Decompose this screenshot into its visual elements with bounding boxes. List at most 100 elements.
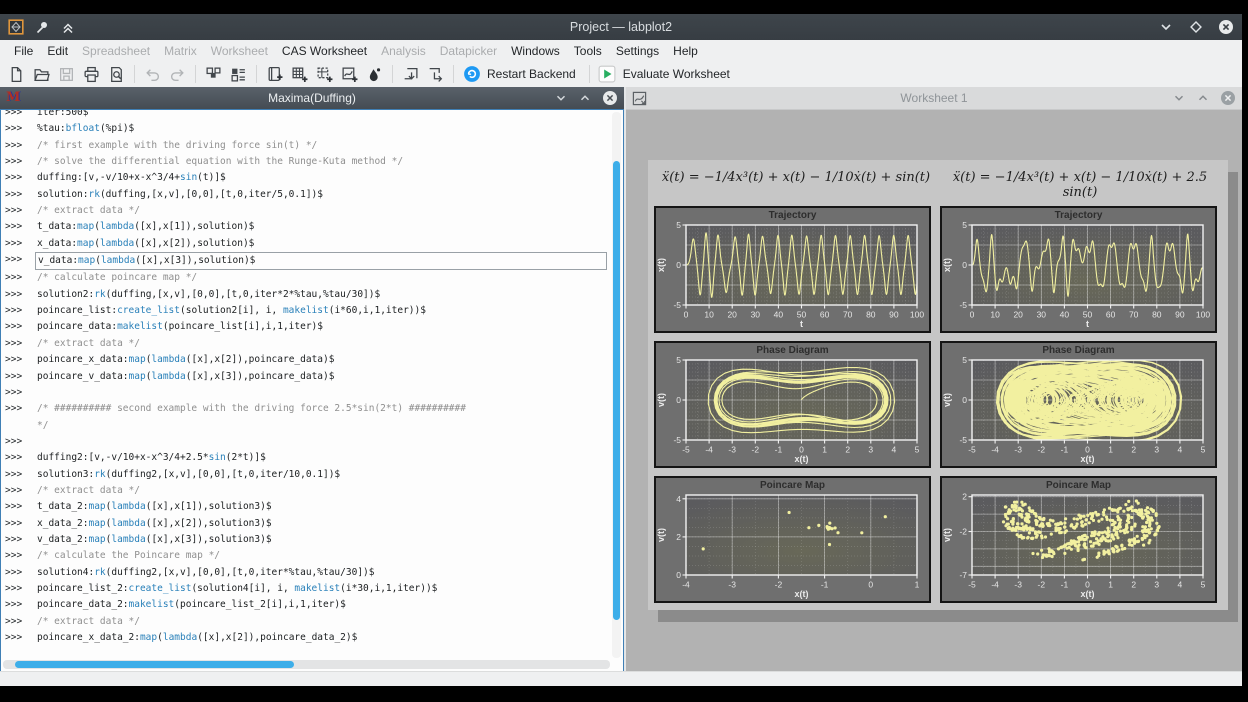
print-button[interactable] bbox=[79, 63, 104, 86]
menu-item-help[interactable]: Help bbox=[666, 42, 705, 60]
export-icon bbox=[427, 66, 444, 83]
new-cas-worksheet-icon bbox=[266, 66, 283, 83]
new-cas-worksheet-button[interactable] bbox=[262, 63, 287, 86]
svg-text:-5: -5 bbox=[673, 435, 681, 445]
menu-item-windows[interactable]: Windows bbox=[504, 42, 567, 60]
minimize-icon[interactable] bbox=[1158, 19, 1174, 35]
svg-text:-5: -5 bbox=[959, 435, 967, 445]
console-prompt: >>> bbox=[5, 516, 37, 532]
plot-phase-diagram[interactable]: Phase Diagram-5-4-3-2-1012345-505x(t)v(t… bbox=[940, 341, 1217, 468]
console-prompt: >>> bbox=[5, 319, 37, 335]
console-horizontal-scrollbar[interactable] bbox=[3, 660, 610, 669]
console-line: >>>v_data:map(lambda([x],x[3]),solution)… bbox=[5, 252, 609, 270]
properties-explorer-button[interactable] bbox=[226, 63, 251, 86]
panel-restore-icon[interactable] bbox=[578, 91, 592, 105]
console-vertical-scrollbar[interactable] bbox=[612, 112, 621, 658]
console-code: duffing2:[v,-v/10+x-x^3/4+2.5*sin(2*t)]$ bbox=[37, 450, 609, 466]
open-project-button[interactable] bbox=[29, 63, 54, 86]
console-prompt: >>> bbox=[5, 336, 37, 352]
properties-explorer-icon bbox=[230, 66, 247, 83]
panel-minimize-icon[interactable] bbox=[1172, 91, 1186, 105]
console-code: poincare_data_2:makelist(poincare_list_2… bbox=[37, 597, 609, 613]
project-explorer-button[interactable] bbox=[201, 63, 226, 86]
svg-text:0: 0 bbox=[1085, 445, 1090, 455]
export-button[interactable] bbox=[423, 63, 448, 86]
scrollbar-thumb[interactable] bbox=[15, 661, 294, 668]
menu-item-edit[interactable]: Edit bbox=[40, 42, 75, 60]
svg-text:x(t): x(t) bbox=[1081, 589, 1095, 599]
svg-text:0: 0 bbox=[676, 570, 681, 580]
evaluate-worksheet-button[interactable] bbox=[595, 63, 620, 86]
maxima-console[interactable]: >>>iter:500$>>>%tau:bfloat(%pi)$>>>/* fi… bbox=[0, 109, 624, 672]
console-prompt: >>> bbox=[5, 121, 37, 137]
new-spreadsheet-button[interactable] bbox=[287, 63, 312, 86]
svg-text:-2: -2 bbox=[1038, 445, 1046, 455]
svg-text:4: 4 bbox=[892, 445, 897, 455]
console-code bbox=[37, 385, 609, 401]
svg-text:70: 70 bbox=[1129, 310, 1139, 320]
console-line: >>>/* calculate the Poincare map */ bbox=[5, 548, 609, 564]
svg-text:4: 4 bbox=[676, 494, 681, 504]
print-icon bbox=[83, 66, 100, 83]
new-project-button[interactable] bbox=[4, 63, 29, 86]
svg-text:x(t): x(t) bbox=[795, 454, 809, 464]
plot-poincare-map[interactable]: Poincare Map-4-3-2-101024x(t)v(t) bbox=[654, 476, 931, 603]
redo-button[interactable] bbox=[165, 63, 190, 86]
plot-title: Phase Diagram bbox=[942, 343, 1215, 357]
restart-backend-label[interactable]: Restart Backend bbox=[487, 67, 576, 81]
menu-item-file[interactable]: File bbox=[7, 42, 40, 60]
undo-button[interactable] bbox=[140, 63, 165, 86]
menu-item-settings[interactable]: Settings bbox=[609, 42, 666, 60]
console-code: /* extract data */ bbox=[37, 614, 609, 630]
panel-minimize-icon[interactable] bbox=[554, 91, 568, 105]
worksheet-panel-titlebar[interactable]: Worksheet 1 bbox=[626, 87, 1242, 110]
print-preview-button[interactable] bbox=[104, 63, 129, 86]
menu-item-cas-worksheet[interactable]: CAS Worksheet bbox=[275, 42, 374, 60]
evaluate-worksheet-label[interactable]: Evaluate Worksheet bbox=[623, 67, 730, 81]
new-matrix-button[interactable] bbox=[312, 63, 337, 86]
plot-trajectory[interactable]: Trajectory0102030405060708090100-505tx(t… bbox=[654, 206, 931, 333]
maximize-icon[interactable] bbox=[1188, 19, 1204, 35]
console-line: >>>poincare_data_2:makelist(poincare_lis… bbox=[5, 597, 609, 613]
console-code: solution3:rk(duffing2,[x,v],[0,0],[t,0,i… bbox=[37, 467, 609, 483]
new-matrix-icon bbox=[316, 66, 333, 83]
plot-trajectory[interactable]: Trajectory0102030405060708090100-505tx(t… bbox=[940, 206, 1217, 333]
plot-canvas: -5-4-3-2-1012345-505x(t)v(t) bbox=[656, 357, 925, 464]
worksheet-panel-title: Worksheet 1 bbox=[626, 91, 1242, 105]
import-button[interactable] bbox=[398, 63, 423, 86]
scrollbar-thumb[interactable] bbox=[613, 161, 620, 620]
panel-restore-icon[interactable] bbox=[1196, 91, 1210, 105]
console-prompt: >>> bbox=[5, 565, 37, 581]
plot-phase-diagram[interactable]: Phase Diagram-5-4-3-2-1012345-505x(t)v(t… bbox=[654, 341, 931, 468]
console-prompt: >>> bbox=[5, 352, 37, 368]
close-icon[interactable] bbox=[1218, 19, 1234, 35]
panel-close-icon[interactable] bbox=[602, 90, 618, 106]
plot-title: Trajectory bbox=[656, 208, 929, 222]
menu-item-tools[interactable]: Tools bbox=[567, 42, 609, 60]
worksheet-view[interactable]: ẍ(t) = −1/4x³(t) + x(t) − 1/10ẋ(t) + sin… bbox=[626, 110, 1242, 672]
console-code: /* ########## second example with the dr… bbox=[37, 401, 609, 417]
ink-drop-icon bbox=[366, 66, 383, 83]
plot-poincare-map[interactable]: Poincare Map-5-4-3-2-10123452-2-7x(t)v(t… bbox=[940, 476, 1217, 603]
svg-text:-1: -1 bbox=[1061, 445, 1069, 455]
restart-backend-button[interactable] bbox=[459, 63, 484, 86]
svg-text:-3: -3 bbox=[1014, 580, 1022, 590]
toolbar-separator bbox=[195, 65, 196, 83]
console-code: /* extract data */ bbox=[37, 203, 609, 219]
maxima-panel-titlebar[interactable]: M Maxima(Duffing) bbox=[0, 87, 624, 109]
save-button[interactable] bbox=[54, 63, 79, 86]
svg-text:2: 2 bbox=[1131, 580, 1136, 590]
panel-close-icon[interactable] bbox=[1220, 90, 1236, 106]
console-prompt: >>> bbox=[5, 270, 37, 286]
console-continuation bbox=[5, 418, 37, 434]
console-prompt: >>> bbox=[5, 252, 37, 270]
console-prompt: >>> bbox=[5, 581, 37, 597]
color-scheme-button[interactable] bbox=[362, 63, 387, 86]
main-toolbar: Restart Backend Evaluate Worksheet bbox=[0, 61, 1242, 87]
console-line: >>>solution2:rk(duffing,[x,v],[0,0],[t,0… bbox=[5, 287, 609, 303]
console-line: >>>poincare_x_data_2:map(lambda([x],x[2]… bbox=[5, 630, 609, 646]
new-worksheet-button[interactable] bbox=[337, 63, 362, 86]
keep-above-icon[interactable] bbox=[60, 19, 76, 35]
console-line: >>>t_data_2:map(lambda([x],x[1]),solutio… bbox=[5, 499, 609, 515]
pin-icon[interactable] bbox=[34, 19, 50, 35]
